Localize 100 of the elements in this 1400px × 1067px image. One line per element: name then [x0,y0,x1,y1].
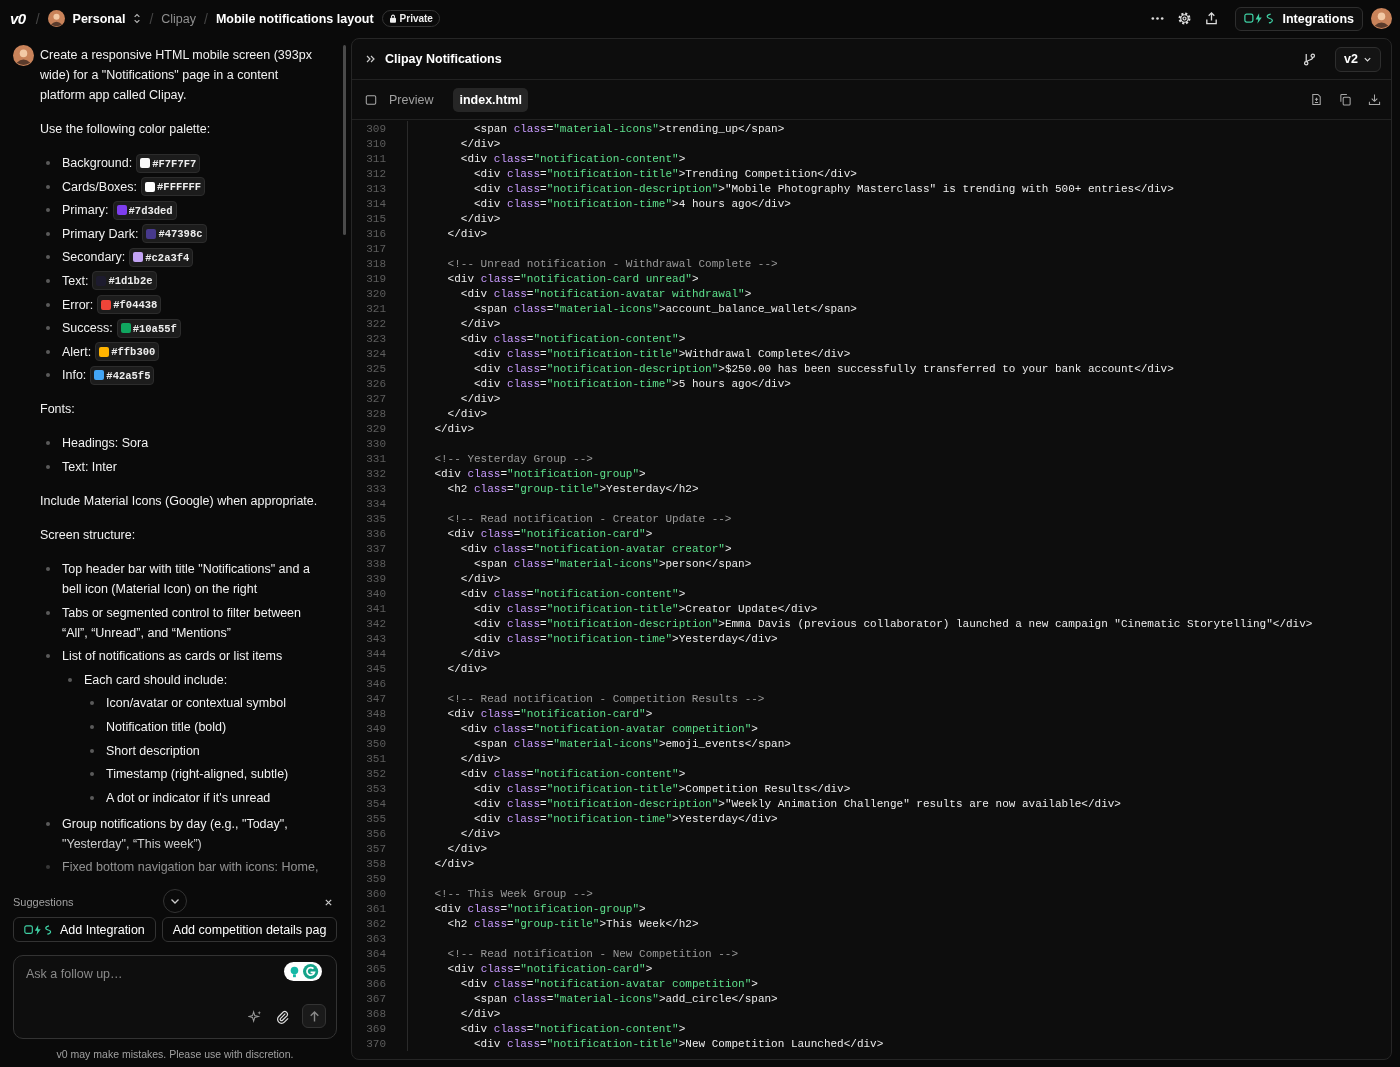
line-number: 357 [365,841,386,856]
line-number: 360 [365,886,386,901]
line-number: 340 [365,586,386,601]
line-number: 312 [365,166,386,181]
list-item-text: Each card should include: [84,671,229,689]
line-number: 349 [365,721,386,736]
line-number: 353 [365,781,386,796]
code-line: <div class="notification-content"> [459,586,686,601]
code-line: <span class="material-icons">emoji_events</span> [473,736,791,751]
avatar-icon [47,10,65,27]
branch-icon[interactable] [1302,51,1318,67]
line-number: 339 [365,571,386,586]
line-number: 309 [365,121,386,136]
line-number: 322 [365,316,386,331]
attach-icon[interactable] [275,1008,290,1024]
line-number: 358 [365,856,386,871]
line-number: 352 [365,766,386,781]
version-dropdown[interactable]: v2 [1335,46,1381,72]
prompt-text: Create a responsive HTML mobile screen (393px wide) for a "Notifications" page in a content platform app called Clipay. [40,47,313,104]
breadcrumb-separator: / [35,10,40,27]
avatar-icon[interactable] [1371,8,1392,29]
code-line: </div> [446,841,488,856]
list-item-text: A dot or indicator if it's unread [106,789,272,807]
line-number: 318 [365,256,386,271]
line-number: 331 [365,451,386,466]
bullet-icon [46,161,50,165]
code-line: </div> [459,646,501,661]
line-number: 311 [365,151,386,166]
integrations-button[interactable]: Integrations [1235,6,1363,31]
share-icon[interactable] [1204,11,1220,26]
code-line: <!-- Read notification - Competition Results --> [446,691,765,706]
copy-icon[interactable] [1339,93,1352,106]
list-item-text: Icon/avatar or contextual symbol [106,695,287,713]
palette-label: Alert: [62,343,92,361]
line-number: 363 [365,931,386,946]
line-number: 320 [365,286,386,301]
code-line: <div class="notification-card"> [446,526,653,541]
send-button[interactable] [302,1004,326,1028]
message-input[interactable]: Ask a follow up… [24,966,268,982]
scrollbar-thumb[interactable] [343,45,346,235]
list-item-text: List of notifications as cards or list items [62,648,284,666]
code-line: <div class="notification-title">Withdrawal Complete</div> [473,346,851,361]
code-line: <div class="notification-description">$250.00 has been successfully transferred to your bank account</div> [473,361,1174,376]
breadcrumb-link[interactable]: Mobile notifications layout [215,11,374,26]
suggestion-chip[interactable]: Add competition details pag [161,917,338,942]
sparkle-icon[interactable] [248,1008,263,1024]
line-number: 336 [365,526,386,541]
line-number: 317 [365,241,386,256]
code-line: <div class="notification-content"> [459,1021,686,1036]
editor-tab[interactable]: Preview [383,87,440,112]
color-code: #ffb300 [111,345,156,360]
code-line: <!-- Read notification - Creator Update --> [446,511,732,526]
chevron-updown-icon[interactable] [133,13,142,24]
code-line: <!-- This Week Group --> [433,886,593,901]
settings-icon[interactable] [1177,11,1193,26]
bullet-icon [46,654,50,659]
breadcrumb-link[interactable]: Clipay [161,11,197,26]
expand-icon[interactable] [365,53,377,65]
prompt-text: Fonts: [40,401,76,419]
color-code: #1d1b2e [108,274,153,289]
breadcrumb-link[interactable]: Personal [72,11,126,26]
code-line: </div> [446,661,488,676]
breadcrumb-separator: / [149,10,154,27]
code-line: <span class="material-icons">person</span> [473,556,752,571]
bullet-icon [46,464,50,469]
line-number: 325 [365,361,386,376]
grammar-assistant-icon[interactable] [284,962,322,981]
bullet-icon [46,255,50,260]
line-number: 323 [365,331,386,346]
code-line: <div class="notification-avatar withdrawal"> [459,286,752,301]
list-item-text: Short description [106,742,201,760]
line-number: 367 [365,991,386,1006]
download-icon[interactable] [1368,93,1381,106]
logo[interactable]: v0 [10,10,28,27]
list-item-text: Group notifications by day (e.g., "Today", "Yesterday", “This week”) [62,815,289,853]
palette-label: Error: [62,296,94,314]
bullet-icon [46,566,50,571]
list-item-text: Headings: Sora [62,435,150,453]
editor-tab[interactable]: index.html [453,87,528,112]
bullet-icon [46,441,50,446]
code-line: <div class="notification-description">"Weekly Animation Challenge" results are now available</div> [473,796,1121,811]
code-line: <div class="notification-group"> [433,466,646,481]
code-line: <h2 class="group-title">Yesterday</h2> [446,481,699,496]
code-line: <div class="notification-time">4 hours ago</div> [473,196,791,211]
line-number: 370 [365,1036,386,1051]
code-line: <div class="notification-title">Creator Update</div> [473,601,818,616]
editor-title: Clipay Notifications [385,52,502,66]
line-number: 365 [365,961,386,976]
code-line: </div> [433,421,474,436]
file-diff-icon[interactable] [1310,93,1323,106]
line-number: 310 [365,136,386,151]
code-line: <div class="notification-title">Trending Competition</div> [473,166,857,181]
close-icon[interactable] [324,897,333,907]
code-line: <div class="notification-title">Competition Results</div> [473,781,851,796]
code-line: <div class="notification-description">Emma Davis (previous collaborator) launched a new campaign "Cinematic Storytelling"</div> [473,616,1313,631]
scroll-down-button[interactable] [163,889,187,913]
code-line: <span class="material-icons">trending_up</span> [473,121,785,136]
list-item-text: Timestamp (right-aligned, subtle) [106,766,290,784]
list-item-text: Notification title (bold) [106,718,228,736]
suggestion-chip[interactable]: Add Integration [13,917,156,942]
